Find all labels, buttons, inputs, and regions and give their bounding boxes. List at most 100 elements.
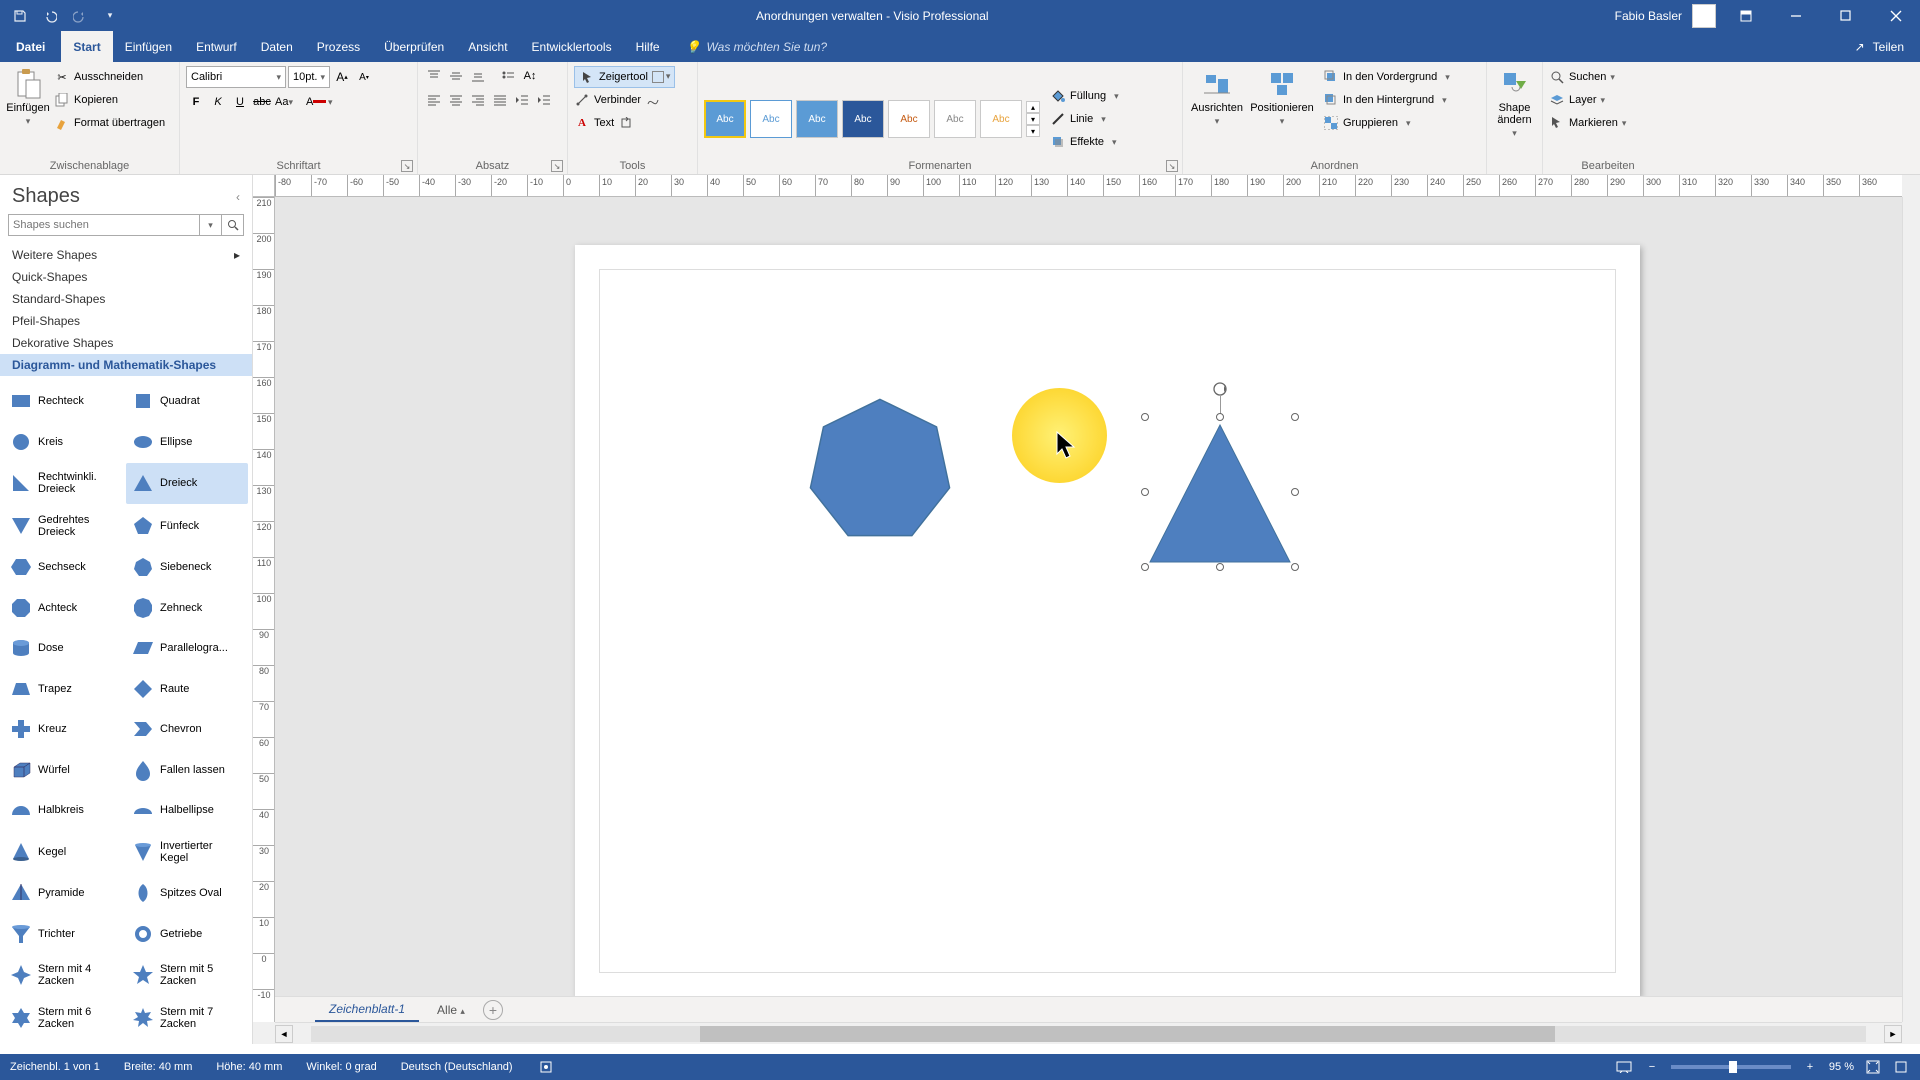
collapse-pane-icon[interactable]: ‹ — [236, 190, 240, 204]
decrease-indent-button[interactable] — [512, 90, 532, 110]
close-icon[interactable] — [1876, 0, 1916, 31]
user-name[interactable]: Fabio Basler — [1615, 9, 1682, 23]
align-top-button[interactable] — [424, 66, 444, 86]
selection-handle[interactable] — [1216, 413, 1224, 421]
scroll-right-icon[interactable]: ► — [1884, 1025, 1902, 1043]
italic-button[interactable]: K — [208, 92, 228, 112]
freeform-icon[interactable] — [645, 92, 661, 108]
style-swatch-7[interactable]: Abc — [980, 100, 1022, 138]
selection-handle[interactable] — [1141, 563, 1149, 571]
scroll-thumb[interactable] — [700, 1026, 1555, 1042]
shape-item[interactable]: Ellipse — [126, 423, 248, 462]
shape-item[interactable]: Stern mit 5 Zacken — [126, 955, 248, 996]
select-button[interactable]: Markieren▾ — [1549, 112, 1626, 134]
shape-item[interactable]: Fallen lassen — [126, 751, 248, 790]
position-button[interactable]: Positionieren▾ — [1249, 66, 1315, 127]
style-gallery-nav[interactable]: ▴▾▾ — [1026, 101, 1040, 137]
shape-item[interactable]: Invertierter Kegel — [126, 832, 248, 873]
tab-einfuegen[interactable]: Einfügen — [113, 31, 184, 62]
underline-button[interactable]: U — [230, 92, 250, 112]
para-dialog-launcher[interactable]: ↘ — [551, 160, 563, 172]
format-painter-button[interactable]: Format übertragen — [54, 112, 165, 134]
align-left-button[interactable] — [424, 90, 444, 110]
category-decorative[interactable]: Dekorative Shapes — [0, 332, 252, 354]
increase-font-button[interactable]: A▴ — [332, 67, 352, 87]
shape-item[interactable]: Siebeneck — [126, 548, 248, 587]
undo-icon[interactable] — [38, 4, 62, 28]
tab-entwurf[interactable]: Entwurf — [184, 31, 249, 62]
shape-item[interactable]: Raute — [126, 670, 248, 709]
horizontal-scrollbar[interactable]: ◄ ► — [275, 1022, 1902, 1044]
shape-item[interactable]: Stern mit 7 Zacken — [126, 998, 248, 1039]
layer-button[interactable]: Layer▾ — [1549, 89, 1605, 111]
shape-item[interactable]: Würfel — [4, 751, 126, 790]
sheet-all-button[interactable]: Alle ▴ — [427, 999, 475, 1021]
minimize-icon[interactable] — [1776, 0, 1816, 31]
scroll-track[interactable] — [311, 1026, 1866, 1042]
shape-item[interactable]: Kreis — [4, 423, 126, 462]
shapes-search-input[interactable] — [8, 214, 200, 236]
copy-button[interactable]: Kopieren — [54, 89, 165, 111]
shape-item[interactable]: Stern mit 6 Zacken — [4, 998, 126, 1039]
presentation-mode-icon[interactable] — [1615, 1058, 1633, 1076]
category-standard[interactable]: Standard-Shapes — [0, 288, 252, 310]
align-center-button[interactable] — [446, 90, 466, 110]
pointer-tool-button[interactable]: Zeigertool▾ — [574, 66, 675, 88]
tab-daten[interactable]: Daten — [249, 31, 305, 62]
font-name-select[interactable]: Calibri▾ — [186, 66, 286, 88]
cut-button[interactable]: ✂Ausschneiden — [54, 66, 165, 88]
send-back-button[interactable]: In den Hintergrund▾ — [1323, 89, 1450, 111]
bring-front-button[interactable]: In den Vordergrund▾ — [1323, 66, 1450, 88]
group-button[interactable]: Gruppieren▾ — [1323, 112, 1450, 134]
add-sheet-button[interactable]: + — [483, 1000, 503, 1020]
sheet-tab-1[interactable]: Zeichenblatt-1 — [315, 998, 419, 1022]
shape-item[interactable]: Stern mit 4 Zacken — [4, 955, 126, 996]
ribbon-display-icon[interactable] — [1726, 0, 1766, 31]
style-swatch-6[interactable]: Abc — [934, 100, 976, 138]
align-right-button[interactable] — [468, 90, 488, 110]
shape-item[interactable]: Dreieck — [126, 463, 248, 504]
redo-icon[interactable] — [68, 4, 92, 28]
change-case-button[interactable]: Aa▾ — [274, 92, 294, 112]
selection-handle[interactable] — [1216, 563, 1224, 571]
shape-item[interactable]: Sechseck — [4, 548, 126, 587]
category-arrow[interactable]: Pfeil-Shapes — [0, 310, 252, 332]
zoom-out-icon[interactable]: − — [1643, 1058, 1661, 1076]
selection-handle[interactable] — [1141, 413, 1149, 421]
shape-item[interactable]: Halbkreis — [4, 791, 126, 830]
category-diagram-math[interactable]: Diagramm- und Mathematik-Shapes — [0, 354, 252, 376]
styles-dialog-launcher[interactable]: ↘ — [1166, 160, 1178, 172]
tab-prozess[interactable]: Prozess — [305, 31, 372, 62]
triangle-shape-selected[interactable] — [1145, 417, 1295, 567]
selection-handle[interactable] — [1291, 488, 1299, 496]
connector-tool-button[interactable]: Verbinder — [574, 89, 661, 111]
align-middle-button[interactable] — [446, 66, 466, 86]
shape-item[interactable]: Trapez — [4, 670, 126, 709]
shape-item[interactable]: Pyramide — [4, 874, 126, 913]
heptagon-shape[interactable] — [805, 395, 955, 540]
shape-item[interactable]: Kegel — [4, 832, 126, 873]
shape-item[interactable]: Parallelogra... — [126, 629, 248, 668]
bullets-button[interactable] — [498, 66, 518, 86]
zoom-in-icon[interactable]: + — [1801, 1058, 1819, 1076]
selection-handle[interactable] — [1141, 488, 1149, 496]
scroll-left-icon[interactable]: ◄ — [275, 1025, 293, 1043]
shape-item[interactable]: Spitzes Oval — [126, 874, 248, 913]
text-direction-button[interactable]: A↕ — [520, 66, 540, 86]
full-screen-icon[interactable] — [1892, 1058, 1910, 1076]
tab-entwicklertools[interactable]: Entwicklertools — [520, 31, 624, 62]
selection-handle[interactable] — [1291, 413, 1299, 421]
save-icon[interactable] — [8, 4, 32, 28]
selection-handle[interactable] — [1291, 563, 1299, 571]
shape-item[interactable]: Gedrehtes Dreieck — [4, 506, 126, 547]
bold-button[interactable]: F — [186, 92, 206, 112]
align-justify-button[interactable] — [490, 90, 510, 110]
zoom-thumb[interactable] — [1729, 1061, 1737, 1073]
category-quick[interactable]: Quick-Shapes — [0, 266, 252, 288]
search-go-icon[interactable] — [222, 214, 244, 236]
qat-customize-icon[interactable]: ▾ — [98, 4, 122, 28]
shape-item[interactable]: Getriebe — [126, 915, 248, 954]
line-button[interactable]: Linie▾ — [1050, 108, 1119, 130]
macro-record-icon[interactable] — [537, 1058, 555, 1076]
align-bottom-button[interactable] — [468, 66, 488, 86]
